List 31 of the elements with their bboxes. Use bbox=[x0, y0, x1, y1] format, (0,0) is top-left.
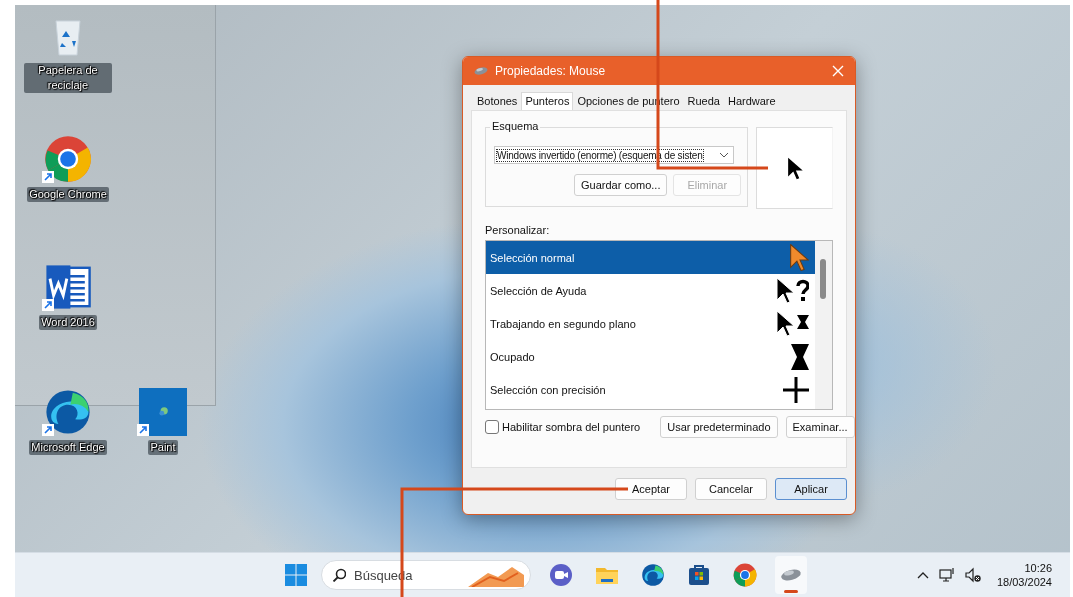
group-label: Esquema bbox=[490, 120, 541, 132]
section-label: Personalizar: bbox=[485, 224, 551, 236]
desktop-icon-label[interactable]: Microsoft Edge bbox=[29, 440, 107, 455]
desktop-icon-label[interactable]: Papelera de reciclaje bbox=[24, 63, 112, 93]
tab[interactable]: Hardware bbox=[723, 91, 780, 110]
item-label: Selección de Ayuda bbox=[490, 284, 587, 297]
apply-button[interactable]: Aplicar bbox=[775, 478, 847, 500]
clock-date[interactable]: 18/03/2024 bbox=[996, 575, 1052, 589]
list-item[interactable]: Selección con precisión bbox=[486, 373, 815, 406]
clock-time[interactable]: 10:26 bbox=[1024, 561, 1052, 575]
desktop-icon-label[interactable]: Word 2016 bbox=[39, 315, 97, 330]
tab[interactable]: Botones bbox=[473, 91, 522, 110]
browse-button[interactable]: Examinar... bbox=[785, 416, 855, 438]
tab[interactable]: Rueda bbox=[683, 91, 724, 110]
window-title: Propiedades: Mouse bbox=[495, 64, 607, 78]
item-label: Ocupado bbox=[490, 350, 535, 363]
item-label: Selección con precisión bbox=[490, 383, 606, 396]
ok-button[interactable]: Aceptar bbox=[615, 478, 687, 500]
desktop-icon-label[interactable]: Paint bbox=[148, 440, 178, 455]
tab[interactable]: Punteros bbox=[521, 92, 574, 110]
default-button[interactable]: Usar predeterminado bbox=[660, 416, 778, 438]
item-label: Trabajando en segundo plano bbox=[490, 317, 636, 330]
list-item[interactable]: Ocupado bbox=[486, 340, 815, 373]
item-label: Selección normal bbox=[490, 251, 575, 264]
list-item[interactable]: Selección de Ayuda bbox=[486, 274, 815, 307]
save-as-button[interactable]: Guardar como... bbox=[574, 174, 668, 196]
list-item[interactable]: Trabajando en segundo plano bbox=[486, 307, 815, 340]
list-item[interactable]: Selección normal bbox=[486, 241, 815, 274]
desktop-icon-label[interactable]: Google Chrome bbox=[27, 187, 109, 202]
checkbox-label[interactable]: Habilitar sombra del puntero bbox=[502, 421, 641, 433]
cancel-button[interactable]: Cancelar bbox=[695, 478, 767, 500]
